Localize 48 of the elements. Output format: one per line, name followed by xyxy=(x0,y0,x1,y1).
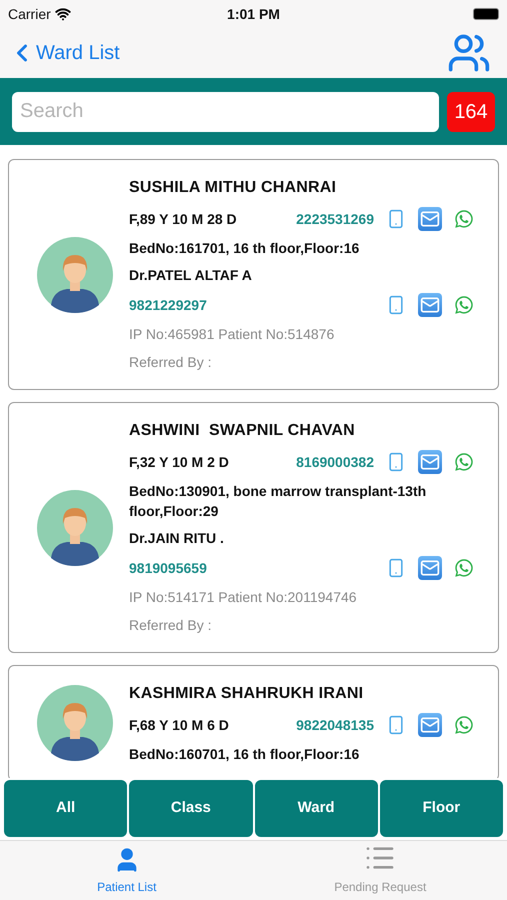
bed-info: BedNo:160701, 16 th floor,Floor:16 xyxy=(129,745,360,764)
patient-phone[interactable]: 8169000382 xyxy=(296,452,374,472)
whatsapp-icon[interactable] xyxy=(454,295,474,315)
search-field[interactable]: Search xyxy=(12,92,439,132)
carrier-label: Carrier xyxy=(8,4,51,24)
whatsapp-icon[interactable] xyxy=(454,558,474,578)
whatsapp-icon[interactable] xyxy=(454,452,474,472)
filter-button[interactable]: Class xyxy=(129,780,252,837)
whatsapp-icon[interactable] xyxy=(454,715,474,735)
mail-icon[interactable] xyxy=(418,556,442,580)
doctor-phone[interactable]: 9819095659 xyxy=(129,558,386,578)
filter-button[interactable]: Floor xyxy=(380,780,503,837)
doctor-name: Dr.PATEL ALTAF A xyxy=(129,266,253,285)
mail-icon[interactable] xyxy=(418,713,442,737)
patient-name: KASHMIRA SHAHRUKH IRANI xyxy=(129,684,364,704)
battery-icon xyxy=(473,8,500,20)
patient-phone[interactable]: 2223531269 xyxy=(296,208,374,230)
patient-card[interactable]: SUSHILA MITHU CHANRAI F,89 Y 10 M 28 D 2223531269 BedNo:161701, 16 th floor,Floor:16 Dr.PATEL ALTAF A 9821229297 IP No:465981 Patient No:514876 Referred By : xyxy=(8,159,499,390)
avatar-icon xyxy=(37,236,113,312)
mail-icon[interactable] xyxy=(418,207,442,231)
mail-icon[interactable] xyxy=(418,293,442,317)
patient-age: F,89 Y 10 M 28 D xyxy=(129,210,238,228)
bed-info: BedNo:130901, bone marrow transplant-13th floor,Floor:29 xyxy=(129,482,428,521)
patient-phone[interactable]: 9822048135 xyxy=(296,714,374,736)
bed-info: BedNo:161701, 16 th floor,Floor:16 xyxy=(129,239,360,258)
avatar-icon xyxy=(37,490,113,566)
clock: 1:01 PM xyxy=(227,4,280,24)
doctor-name: Dr.JAIN RITU . xyxy=(129,529,225,548)
avatar-icon xyxy=(37,685,113,761)
whatsapp-icon[interactable] xyxy=(454,209,474,229)
referred-by: Referred By : xyxy=(129,616,212,635)
filter-button[interactable]: Ward xyxy=(254,780,378,837)
patient-name: ASHWINI SWAPNIL CHAVAN xyxy=(129,421,356,441)
tab[interactable]: Pending Request xyxy=(254,841,507,900)
patient-age: F,32 Y 10 M 2 D xyxy=(129,452,230,472)
patient-name: SUSHILA MITHU CHANRAI xyxy=(129,178,338,198)
tab[interactable]: Patient List xyxy=(0,841,254,900)
filter-button[interactable]: All xyxy=(4,780,128,837)
patient-ids: IP No:465981 Patient No:514876 xyxy=(129,325,336,344)
patient-card[interactable]: KASHMIRA SHAHRUKH IRANI F,68 Y 10 M 6 D 9822048135 BedNo:160701, 16 th floor,Floor:16 xyxy=(8,665,499,778)
patient-count: 164 xyxy=(447,92,495,132)
patient-card[interactable]: ASHWINI SWAPNIL CHAVAN F,32 Y 10 M 2 D 8169000382 BedNo:130901, bone marrow transplant-13th floor,Floor:29 Dr.JAIN RITU . 9819095659 IP No:514171 Patient No:201194746 Referred By : xyxy=(8,402,499,653)
patient-ids: IP No:514171 Patient No:201194746 xyxy=(129,588,358,607)
wifi-icon xyxy=(54,6,71,22)
referred-by: Referred By : xyxy=(129,353,212,372)
patient-age: F,68 Y 10 M 6 D xyxy=(129,716,230,734)
doctor-phone[interactable]: 9821229297 xyxy=(129,294,386,316)
mail-icon[interactable] xyxy=(418,450,442,474)
